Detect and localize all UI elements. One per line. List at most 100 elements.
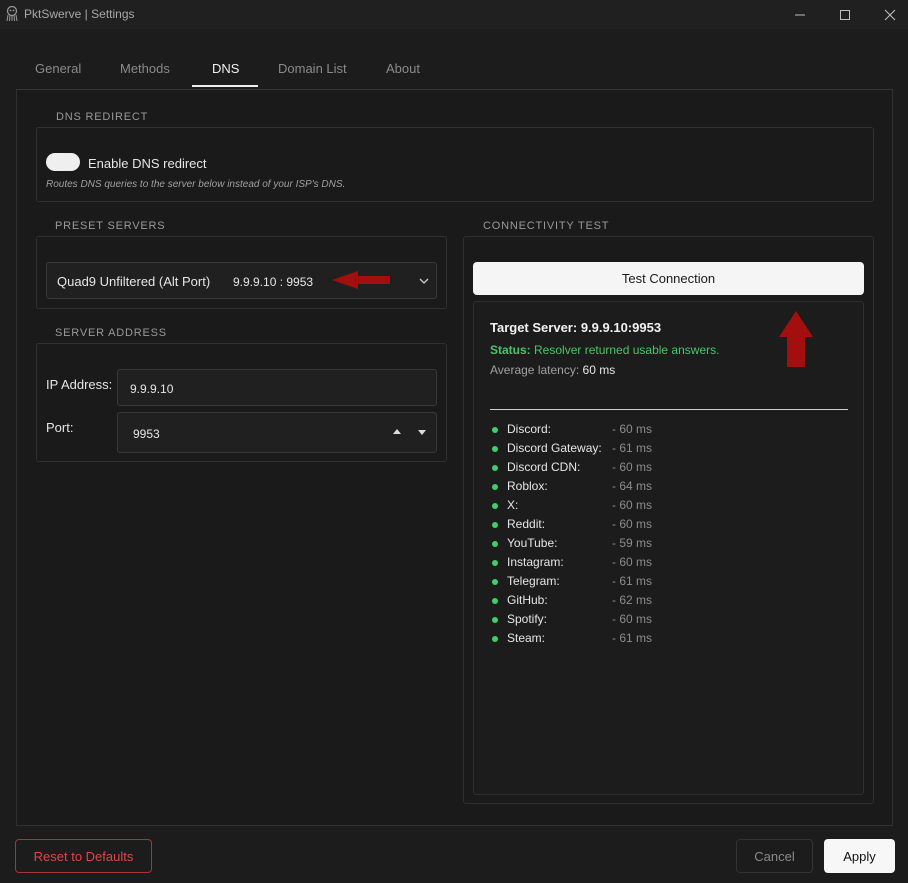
- service-name: YouTube:: [507, 536, 558, 550]
- service-name: X:: [507, 498, 519, 512]
- latency-label: Average latency:: [490, 363, 580, 377]
- list-item: Discord Gateway: - 61 ms: [490, 441, 850, 460]
- service-latency: - 61 ms: [612, 441, 653, 455]
- status-value: Resolver returned usable answers.: [534, 343, 720, 357]
- maximize-icon: [840, 10, 850, 20]
- close-button[interactable]: [868, 0, 908, 29]
- active-tab-indicator: [192, 85, 258, 87]
- arrow-left-annotation: [332, 271, 390, 289]
- port-value: 9953: [133, 427, 160, 441]
- service-latency: - 64 ms: [612, 479, 653, 493]
- arrow-up-annotation: [779, 311, 813, 367]
- tab-about[interactable]: About: [386, 61, 420, 76]
- service-latency: - 60 ms: [612, 498, 653, 512]
- status-dot-icon: [492, 579, 498, 585]
- minimize-icon: [795, 14, 805, 16]
- spin-up-icon: [393, 429, 401, 434]
- service-name: Roblox:: [507, 479, 548, 493]
- list-item: Instagram: - 60 ms: [490, 555, 850, 574]
- list-item: Reddit: - 60 ms: [490, 517, 850, 536]
- connectivity-test-group-label: CONNECTIVITY TEST: [475, 219, 618, 233]
- list-item: YouTube: - 59 ms: [490, 536, 850, 555]
- service-name: Steam:: [507, 631, 546, 645]
- service-name: Discord Gateway:: [507, 441, 602, 455]
- service-latency: - 59 ms: [612, 536, 653, 550]
- service-results-list: Discord: - 60 ms Discord Gateway: - 61 ms Di…: [490, 422, 850, 650]
- target-server-line: Target Server: 9.9.9.10:9953: [490, 320, 661, 335]
- tab-domain-list[interactable]: Domain List: [278, 61, 347, 76]
- status-dot-icon: [492, 503, 498, 509]
- latency-value: 60 ms: [582, 363, 616, 377]
- list-item: Spotify: - 60 ms: [490, 612, 850, 631]
- apply-button[interactable]: Apply: [824, 839, 895, 873]
- minimize-button[interactable]: [778, 0, 822, 29]
- dns-redirect-group-label: DNS REDIRECT: [48, 110, 157, 124]
- service-name: Discord:: [507, 422, 552, 436]
- status-dot-icon: [492, 465, 498, 471]
- service-latency: - 60 ms: [612, 460, 653, 474]
- tab-dns[interactable]: DNS: [212, 61, 239, 76]
- preset-server-name: Quad9 Unfiltered (Alt Port): [57, 274, 211, 289]
- status-label: Status:: [490, 343, 531, 357]
- server-address-group-label: SERVER ADDRESS: [47, 326, 175, 340]
- ip-address-label: IP Address:: [46, 377, 113, 392]
- port-decrement-button[interactable]: [413, 423, 431, 441]
- list-item: Discord CDN: - 60 ms: [490, 460, 850, 479]
- close-icon: [884, 9, 896, 21]
- port-increment-button[interactable]: [388, 423, 406, 441]
- status-dot-icon: [492, 598, 498, 604]
- ip-address-value: 9.9.9.10: [130, 382, 174, 396]
- reset-defaults-button[interactable]: Reset to Defaults: [15, 839, 152, 873]
- status-dot-icon: [492, 541, 498, 547]
- dns-redirect-toggle-label: Enable DNS redirect: [88, 156, 207, 171]
- status-dot-icon: [492, 636, 498, 642]
- ip-address-input[interactable]: 9.9.9.10: [117, 369, 437, 406]
- app-logo-icon: [6, 6, 18, 22]
- port-label: Port:: [46, 420, 74, 435]
- service-name: Discord CDN:: [507, 460, 581, 474]
- service-latency: - 60 ms: [612, 422, 653, 436]
- results-divider: [490, 409, 848, 410]
- status-dot-icon: [492, 427, 498, 433]
- service-latency: - 60 ms: [612, 555, 653, 569]
- service-name: GitHub:: [507, 593, 548, 607]
- status-dot-icon: [492, 617, 498, 623]
- spin-down-icon: [418, 430, 426, 435]
- status-line: Status: Resolver returned usable answers…: [490, 343, 719, 357]
- title-bar: PktSwerve | Settings: [0, 0, 908, 29]
- service-name: Spotify:: [507, 612, 548, 626]
- dns-redirect-toggle[interactable]: [46, 153, 80, 171]
- latency-line: Average latency: 60 ms: [490, 363, 615, 377]
- list-item: Telegram: - 61 ms: [490, 574, 850, 593]
- target-server-label: Target Server:: [490, 320, 578, 335]
- status-dot-icon: [492, 522, 498, 528]
- list-item: GitHub: - 62 ms: [490, 593, 850, 612]
- service-latency: - 61 ms: [612, 574, 653, 588]
- port-stepper[interactable]: 9953: [117, 412, 437, 453]
- cancel-button[interactable]: Cancel: [736, 839, 813, 873]
- list-item: Steam: - 61 ms: [490, 631, 850, 650]
- test-connection-button[interactable]: Test Connection: [473, 262, 864, 295]
- maximize-button[interactable]: [823, 0, 867, 29]
- service-latency: - 60 ms: [612, 612, 653, 626]
- window-title: PktSwerve | Settings: [24, 7, 135, 21]
- target-server-value: 9.9.9.10:9953: [580, 320, 662, 335]
- service-name: Instagram:: [507, 555, 564, 569]
- status-dot-icon: [492, 484, 498, 490]
- service-latency: - 62 ms: [612, 593, 653, 607]
- list-item: X: - 60 ms: [490, 498, 850, 517]
- service-name: Telegram:: [507, 574, 560, 588]
- dns-redirect-description: Routes DNS queries to the server below i…: [46, 179, 346, 190]
- status-dot-icon: [492, 560, 498, 566]
- service-latency: - 61 ms: [612, 631, 653, 645]
- preset-servers-group-label: PRESET SERVERS: [47, 219, 174, 233]
- status-dot-icon: [492, 446, 498, 452]
- tab-methods[interactable]: Methods: [120, 61, 170, 76]
- preset-server-address: 9.9.9.10 : 9953: [233, 275, 314, 289]
- service-name: Reddit:: [507, 517, 546, 531]
- chevron-down-icon: [419, 278, 429, 284]
- list-item: Roblox: - 64 ms: [490, 479, 850, 498]
- service-latency: - 60 ms: [612, 517, 653, 531]
- list-item: Discord: - 60 ms: [490, 422, 850, 441]
- tab-general[interactable]: General: [35, 61, 81, 76]
